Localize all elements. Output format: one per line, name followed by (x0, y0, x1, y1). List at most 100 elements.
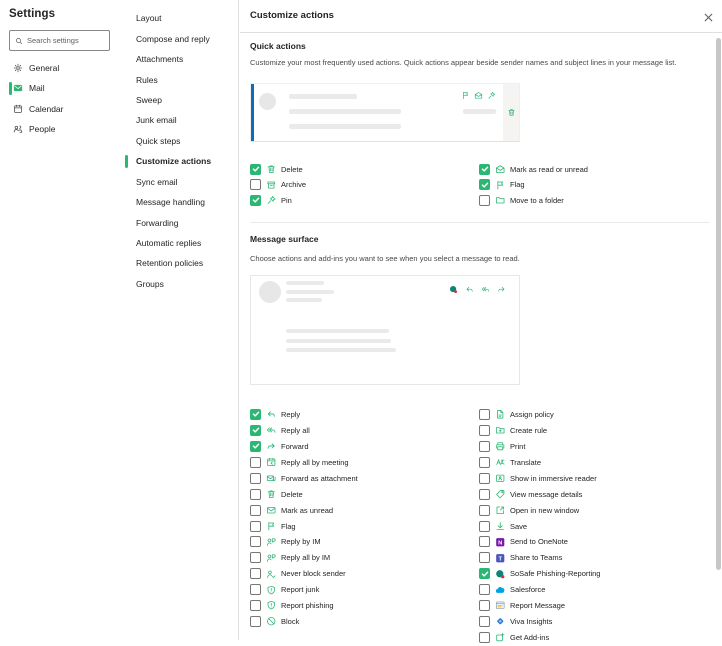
option-reply-all[interactable]: Reply all (250, 422, 358, 438)
settings-search[interactable] (9, 30, 110, 51)
category-item-retention-policies[interactable]: Retention policies (120, 253, 238, 273)
checkbox-create-rule[interactable] (479, 425, 490, 436)
checkbox-mark-as-unread[interactable] (250, 505, 261, 516)
category-item-customize-actions[interactable]: Customize actions (120, 151, 238, 171)
option-send-to-onenote[interactable]: NSend to OneNote (479, 534, 600, 550)
option-translate[interactable]: Translate (479, 454, 600, 470)
option-reply-all-by-meeting[interactable]: Reply all by meeting (250, 454, 358, 470)
checkbox-report-message[interactable] (479, 600, 490, 611)
option-view-message-details[interactable]: View message details (479, 486, 600, 502)
option-archive[interactable]: Archive (250, 177, 306, 193)
checkbox-archive[interactable] (250, 179, 261, 190)
option-viva-insights[interactable]: Viva Insights (479, 614, 600, 630)
checkbox-flag[interactable] (479, 179, 490, 190)
checkbox-flag[interactable] (250, 521, 261, 532)
checkbox-report-junk[interactable] (250, 584, 261, 595)
checkbox-send-to-onenote[interactable] (479, 536, 490, 547)
option-pin[interactable]: Pin (250, 193, 306, 209)
option-delete[interactable]: Delete (250, 162, 306, 178)
option-move-to-a-folder[interactable]: Move to a folder (479, 193, 588, 209)
category-item-automatic-replies[interactable]: Automatic replies (120, 233, 238, 253)
category-item-layout[interactable]: Layout (120, 8, 238, 28)
sidebar-item-general[interactable]: General (0, 58, 120, 78)
checkbox-save[interactable] (479, 521, 490, 532)
checkbox-delete[interactable] (250, 489, 261, 500)
checkbox-mark-as-read-or-unread[interactable] (479, 164, 490, 175)
category-item-compose-and-reply[interactable]: Compose and reply (120, 28, 238, 48)
category-item-attachments[interactable]: Attachments (120, 49, 238, 69)
option-forward-as-attachment[interactable]: Forward as attachment (250, 470, 358, 486)
checkbox-report-phishing[interactable] (250, 600, 261, 611)
category-item-rules[interactable]: Rules (120, 69, 238, 89)
checkbox-show-in-immersive-reader[interactable] (479, 473, 490, 484)
checkbox-print[interactable] (479, 441, 490, 452)
checkbox-never-block-sender[interactable] (250, 568, 261, 579)
category-item-label: Message handling (136, 197, 205, 207)
option-forward[interactable]: Forward (250, 438, 358, 454)
option-label: Report phishing (281, 601, 334, 610)
option-open-in-new-window[interactable]: Open in new window (479, 502, 600, 518)
scrollbar-thumb[interactable] (716, 38, 721, 570)
checkbox-share-to-teams[interactable] (479, 552, 490, 563)
option-sosafe-phishing-reporting[interactable]: SoSafe Phishing-Reporting (479, 566, 600, 582)
checkbox-reply[interactable] (250, 409, 261, 420)
option-label: Block (281, 617, 299, 626)
category-item-forwarding[interactable]: Forwarding (120, 212, 238, 232)
search-input[interactable] (27, 36, 105, 45)
checkbox-block[interactable] (250, 616, 261, 627)
option-mark-as-unread[interactable]: Mark as unread (250, 502, 358, 518)
option-report-phishing[interactable]: Report phishing (250, 598, 358, 614)
option-share-to-teams[interactable]: TShare to Teams (479, 550, 600, 566)
checkbox-open-in-new-window[interactable] (479, 505, 490, 516)
checkbox-get-add-ins[interactable] (479, 632, 490, 643)
option-reply[interactable]: Reply (250, 407, 358, 423)
tag-details-icon (495, 489, 506, 500)
option-print[interactable]: Print (479, 438, 600, 454)
sidebar-item-calendar[interactable]: Calendar (0, 99, 120, 119)
checkbox-translate[interactable] (479, 457, 490, 468)
option-report-junk[interactable]: Report junk (250, 582, 358, 598)
checkbox-pin[interactable] (250, 195, 261, 206)
option-save[interactable]: Save (479, 518, 600, 534)
checkbox-sosafe-phishing-reporting[interactable] (479, 568, 490, 579)
category-item-junk-email[interactable]: Junk email (120, 110, 238, 130)
checkbox-reply-all[interactable] (250, 425, 261, 436)
checkbox-assign-policy[interactable] (479, 409, 490, 420)
option-show-in-immersive-reader[interactable]: Show in immersive reader (479, 470, 600, 486)
option-create-rule[interactable]: Create rule (479, 422, 600, 438)
checkbox-reply-by-im[interactable] (250, 536, 261, 547)
checkbox-salesforce[interactable] (479, 584, 490, 595)
category-item-sync-email[interactable]: Sync email (120, 172, 238, 192)
option-mark-as-read-or-unread[interactable]: Mark as read or unread (479, 162, 588, 178)
category-item-groups[interactable]: Groups (120, 274, 238, 294)
option-flag[interactable]: Flag (250, 518, 358, 534)
category-item-message-handling[interactable]: Message handling (120, 192, 238, 212)
option-label: Salesforce (510, 585, 545, 594)
checkbox-view-message-details[interactable] (479, 489, 490, 500)
close-button[interactable] (700, 9, 716, 25)
option-reply-by-im[interactable]: Reply by IM (250, 534, 358, 550)
checkbox-reply-all-by-im[interactable] (250, 552, 261, 563)
sidebar-item-mail[interactable]: Mail (0, 78, 120, 98)
checkbox-move-to-a-folder[interactable] (479, 195, 490, 206)
option-delete[interactable]: Delete (250, 486, 358, 502)
category-item-quick-steps[interactable]: Quick steps (120, 131, 238, 151)
checkbox-forward[interactable] (250, 441, 261, 452)
option-label: Delete (281, 490, 303, 499)
option-block[interactable]: Block (250, 614, 358, 630)
sidebar-item-people[interactable]: People (0, 119, 120, 139)
option-assign-policy[interactable]: Assign policy (479, 407, 600, 423)
checkbox-reply-all-by-meeting[interactable] (250, 457, 261, 468)
checkbox-delete[interactable] (250, 164, 261, 175)
mail-attach-icon (266, 473, 277, 484)
option-salesforce[interactable]: Salesforce (479, 582, 600, 598)
option-report-message[interactable]: Report Message (479, 598, 600, 614)
option-reply-all-by-im[interactable]: Reply all by IM (250, 550, 358, 566)
option-label: Delete (281, 165, 303, 174)
checkbox-forward-as-attachment[interactable] (250, 473, 261, 484)
category-item-sweep[interactable]: Sweep (120, 90, 238, 110)
option-get-add-ins[interactable]: Get Add-ins (479, 630, 600, 646)
checkbox-viva-insights[interactable] (479, 616, 490, 627)
option-flag[interactable]: Flag (479, 177, 588, 193)
option-never-block-sender[interactable]: Never block sender (250, 566, 358, 582)
